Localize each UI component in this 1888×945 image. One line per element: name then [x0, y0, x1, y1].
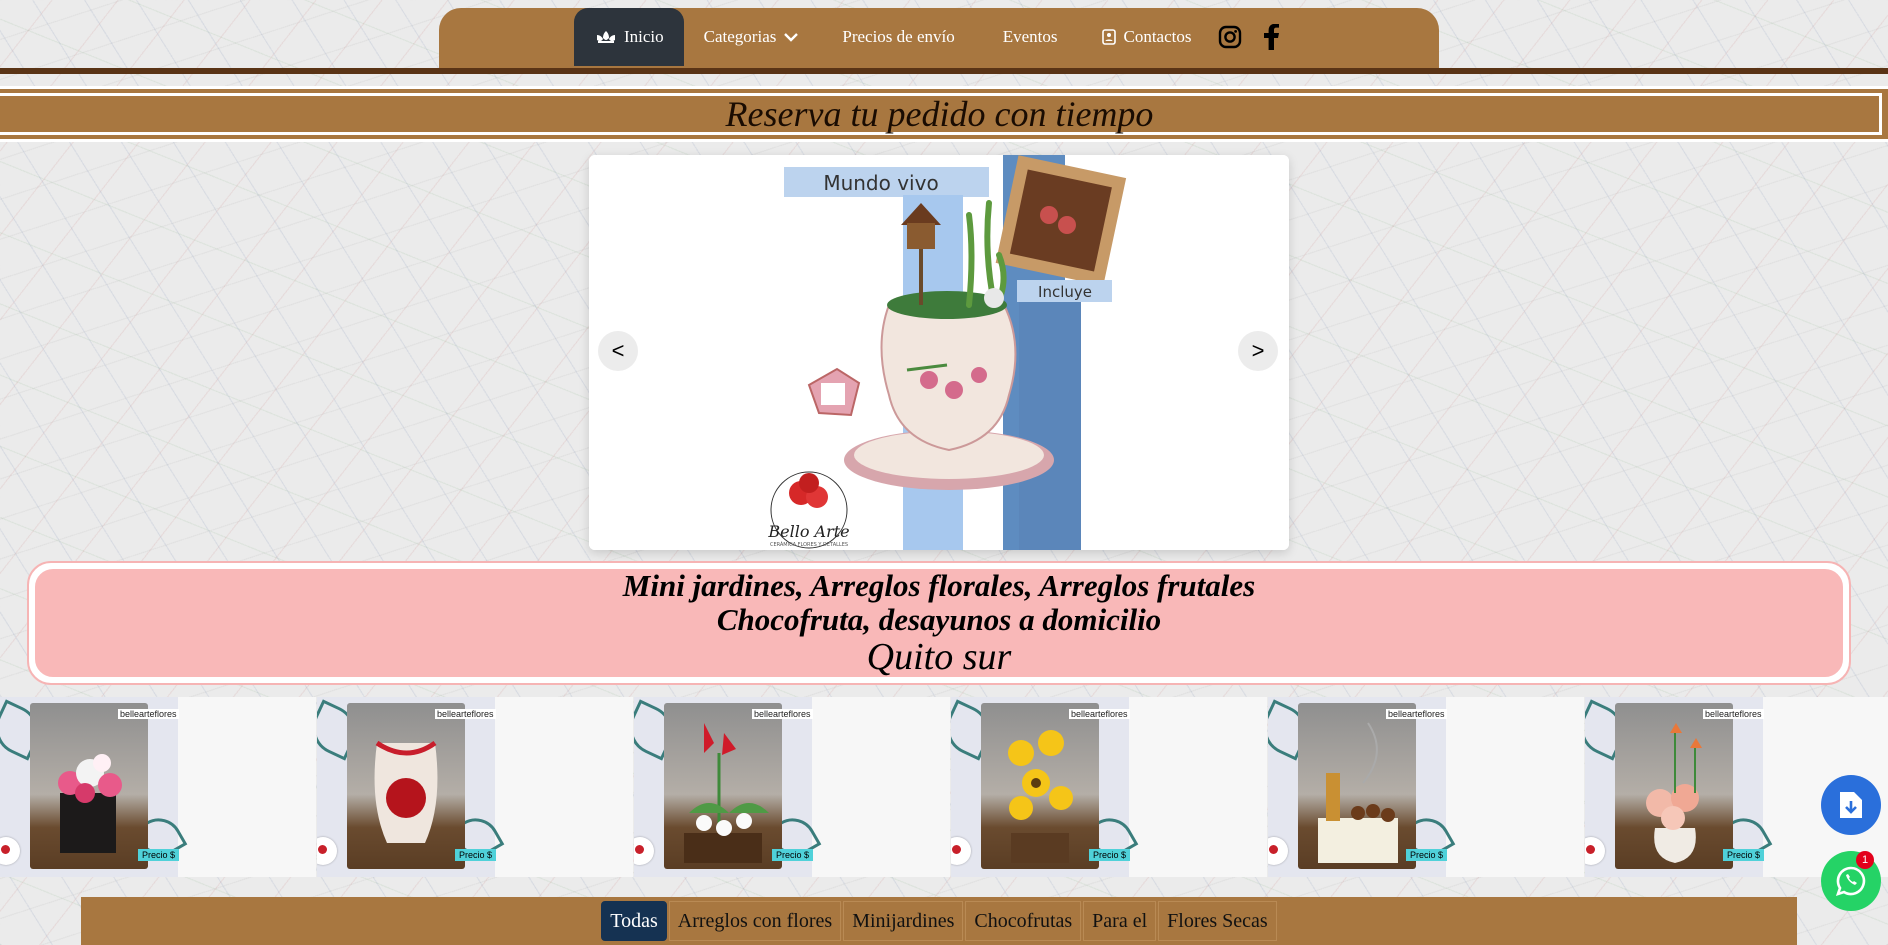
- nav-precios-envio[interactable]: Precios de envío: [818, 8, 978, 66]
- instagram-icon[interactable]: [1218, 25, 1242, 49]
- category-para-el[interactable]: Para el: [1083, 901, 1157, 941]
- slide-heading: Mundo vivo: [823, 171, 938, 195]
- carousel-prev-button[interactable]: <: [598, 331, 638, 371]
- category-arreglos-con-flores[interactable]: Arreglos con flores: [668, 901, 842, 941]
- banner-text: Reserva tu pedido con tiempo: [725, 94, 1154, 134]
- product-image: [664, 703, 782, 869]
- product-card[interactable]: bellearteflores Precio $: [1268, 697, 1584, 877]
- product-image: [981, 703, 1099, 869]
- promo-line-3: Quito sur: [866, 636, 1012, 678]
- reserve-banner: Reserva tu pedido con tiempo: [0, 86, 1888, 142]
- top-navigation: Inicio Categorias Precios de envío Event…: [439, 8, 1439, 68]
- nav-contactos-label: Contactos: [1123, 27, 1192, 46]
- banner-frame: Reserva tu pedido con tiempo: [0, 93, 1882, 135]
- slide-logo-subtext: CERÁMICA FLORES Y DETALLES: [770, 541, 848, 548]
- nav-inicio[interactable]: Inicio: [574, 8, 684, 66]
- product-tag: bellearteflores: [1386, 709, 1447, 719]
- nav-precios-label: Precios de envío: [842, 27, 955, 46]
- product-tag: bellearteflores: [752, 709, 813, 719]
- product-card[interactable]: bellearteflores Precio $: [0, 697, 316, 877]
- download-button[interactable]: [1821, 775, 1881, 835]
- product-tag: bellearteflores: [118, 709, 179, 719]
- product-price: Precio $: [455, 849, 497, 861]
- chevron-down-icon: [784, 33, 799, 42]
- product-price: Precio $: [772, 849, 814, 861]
- product-tag: bellearteflores: [1069, 709, 1130, 719]
- product-strip: bellearteflores Precio $ bellearteflores…: [0, 697, 1888, 877]
- category-minijardines[interactable]: Minijardines: [843, 901, 964, 941]
- social-links: [1218, 24, 1280, 50]
- promo-line-2: Chocofruta, desayunos a domicilio: [716, 602, 1162, 637]
- promo-line-1: Mini jardines, Arreglos florales, Arregl…: [622, 568, 1256, 603]
- whatsapp-icon: [1835, 866, 1866, 897]
- product-price: Precio $: [138, 849, 180, 861]
- promo-box: Mini jardines, Arreglos florales, Arregl…: [27, 561, 1851, 685]
- category-filter-bar: Todas Arreglos con flores Minijardines C…: [81, 897, 1797, 945]
- slide-side-label: Incluye: [1038, 283, 1092, 301]
- product-image: [347, 703, 465, 869]
- product-card[interactable]: bellearteflores Precio $: [634, 697, 950, 877]
- nav-categorias-label: Categorias: [703, 27, 777, 46]
- facebook-icon[interactable]: [1263, 24, 1280, 50]
- product-image: [1615, 703, 1733, 869]
- product-price: Precio $: [1089, 849, 1131, 861]
- product-price: Precio $: [1723, 849, 1765, 861]
- category-chocofrutas[interactable]: Chocofrutas: [965, 901, 1082, 941]
- product-tag: bellearteflores: [435, 709, 496, 719]
- image-carousel: Mundo vivo Incluye Bello Arte CERÁMICA F…: [589, 155, 1289, 550]
- category-todas[interactable]: Todas: [601, 901, 667, 941]
- address-book-icon: [1101, 29, 1116, 45]
- download-file-icon: [1840, 792, 1862, 818]
- product-card[interactable]: bellearteflores Precio $: [951, 697, 1267, 877]
- nav-eventos-label: Eventos: [1002, 27, 1058, 46]
- header-divider: [0, 68, 1888, 74]
- product-image: [1298, 703, 1416, 869]
- nav-contactos[interactable]: Contactos: [1082, 8, 1212, 66]
- slide-logo-text: Bello Arte: [767, 522, 849, 541]
- carousel-slide-image: Mundo vivo Incluye Bello Arte CERÁMICA F…: [589, 155, 1289, 550]
- lotus-icon: [597, 31, 615, 43]
- nav-categorias[interactable]: Categorias: [684, 8, 819, 66]
- product-image: [30, 703, 148, 869]
- nav-inicio-label: Inicio: [624, 27, 664, 46]
- category-flores-secas[interactable]: Flores Secas: [1158, 901, 1277, 941]
- product-card[interactable]: bellearteflores Precio $: [317, 697, 633, 877]
- product-price: Precio $: [1406, 849, 1448, 861]
- product-tag: bellearteflores: [1703, 709, 1764, 719]
- whatsapp-badge: 1: [1856, 851, 1874, 869]
- nav-eventos[interactable]: Eventos: [979, 8, 1082, 66]
- carousel-next-button[interactable]: >: [1238, 331, 1278, 371]
